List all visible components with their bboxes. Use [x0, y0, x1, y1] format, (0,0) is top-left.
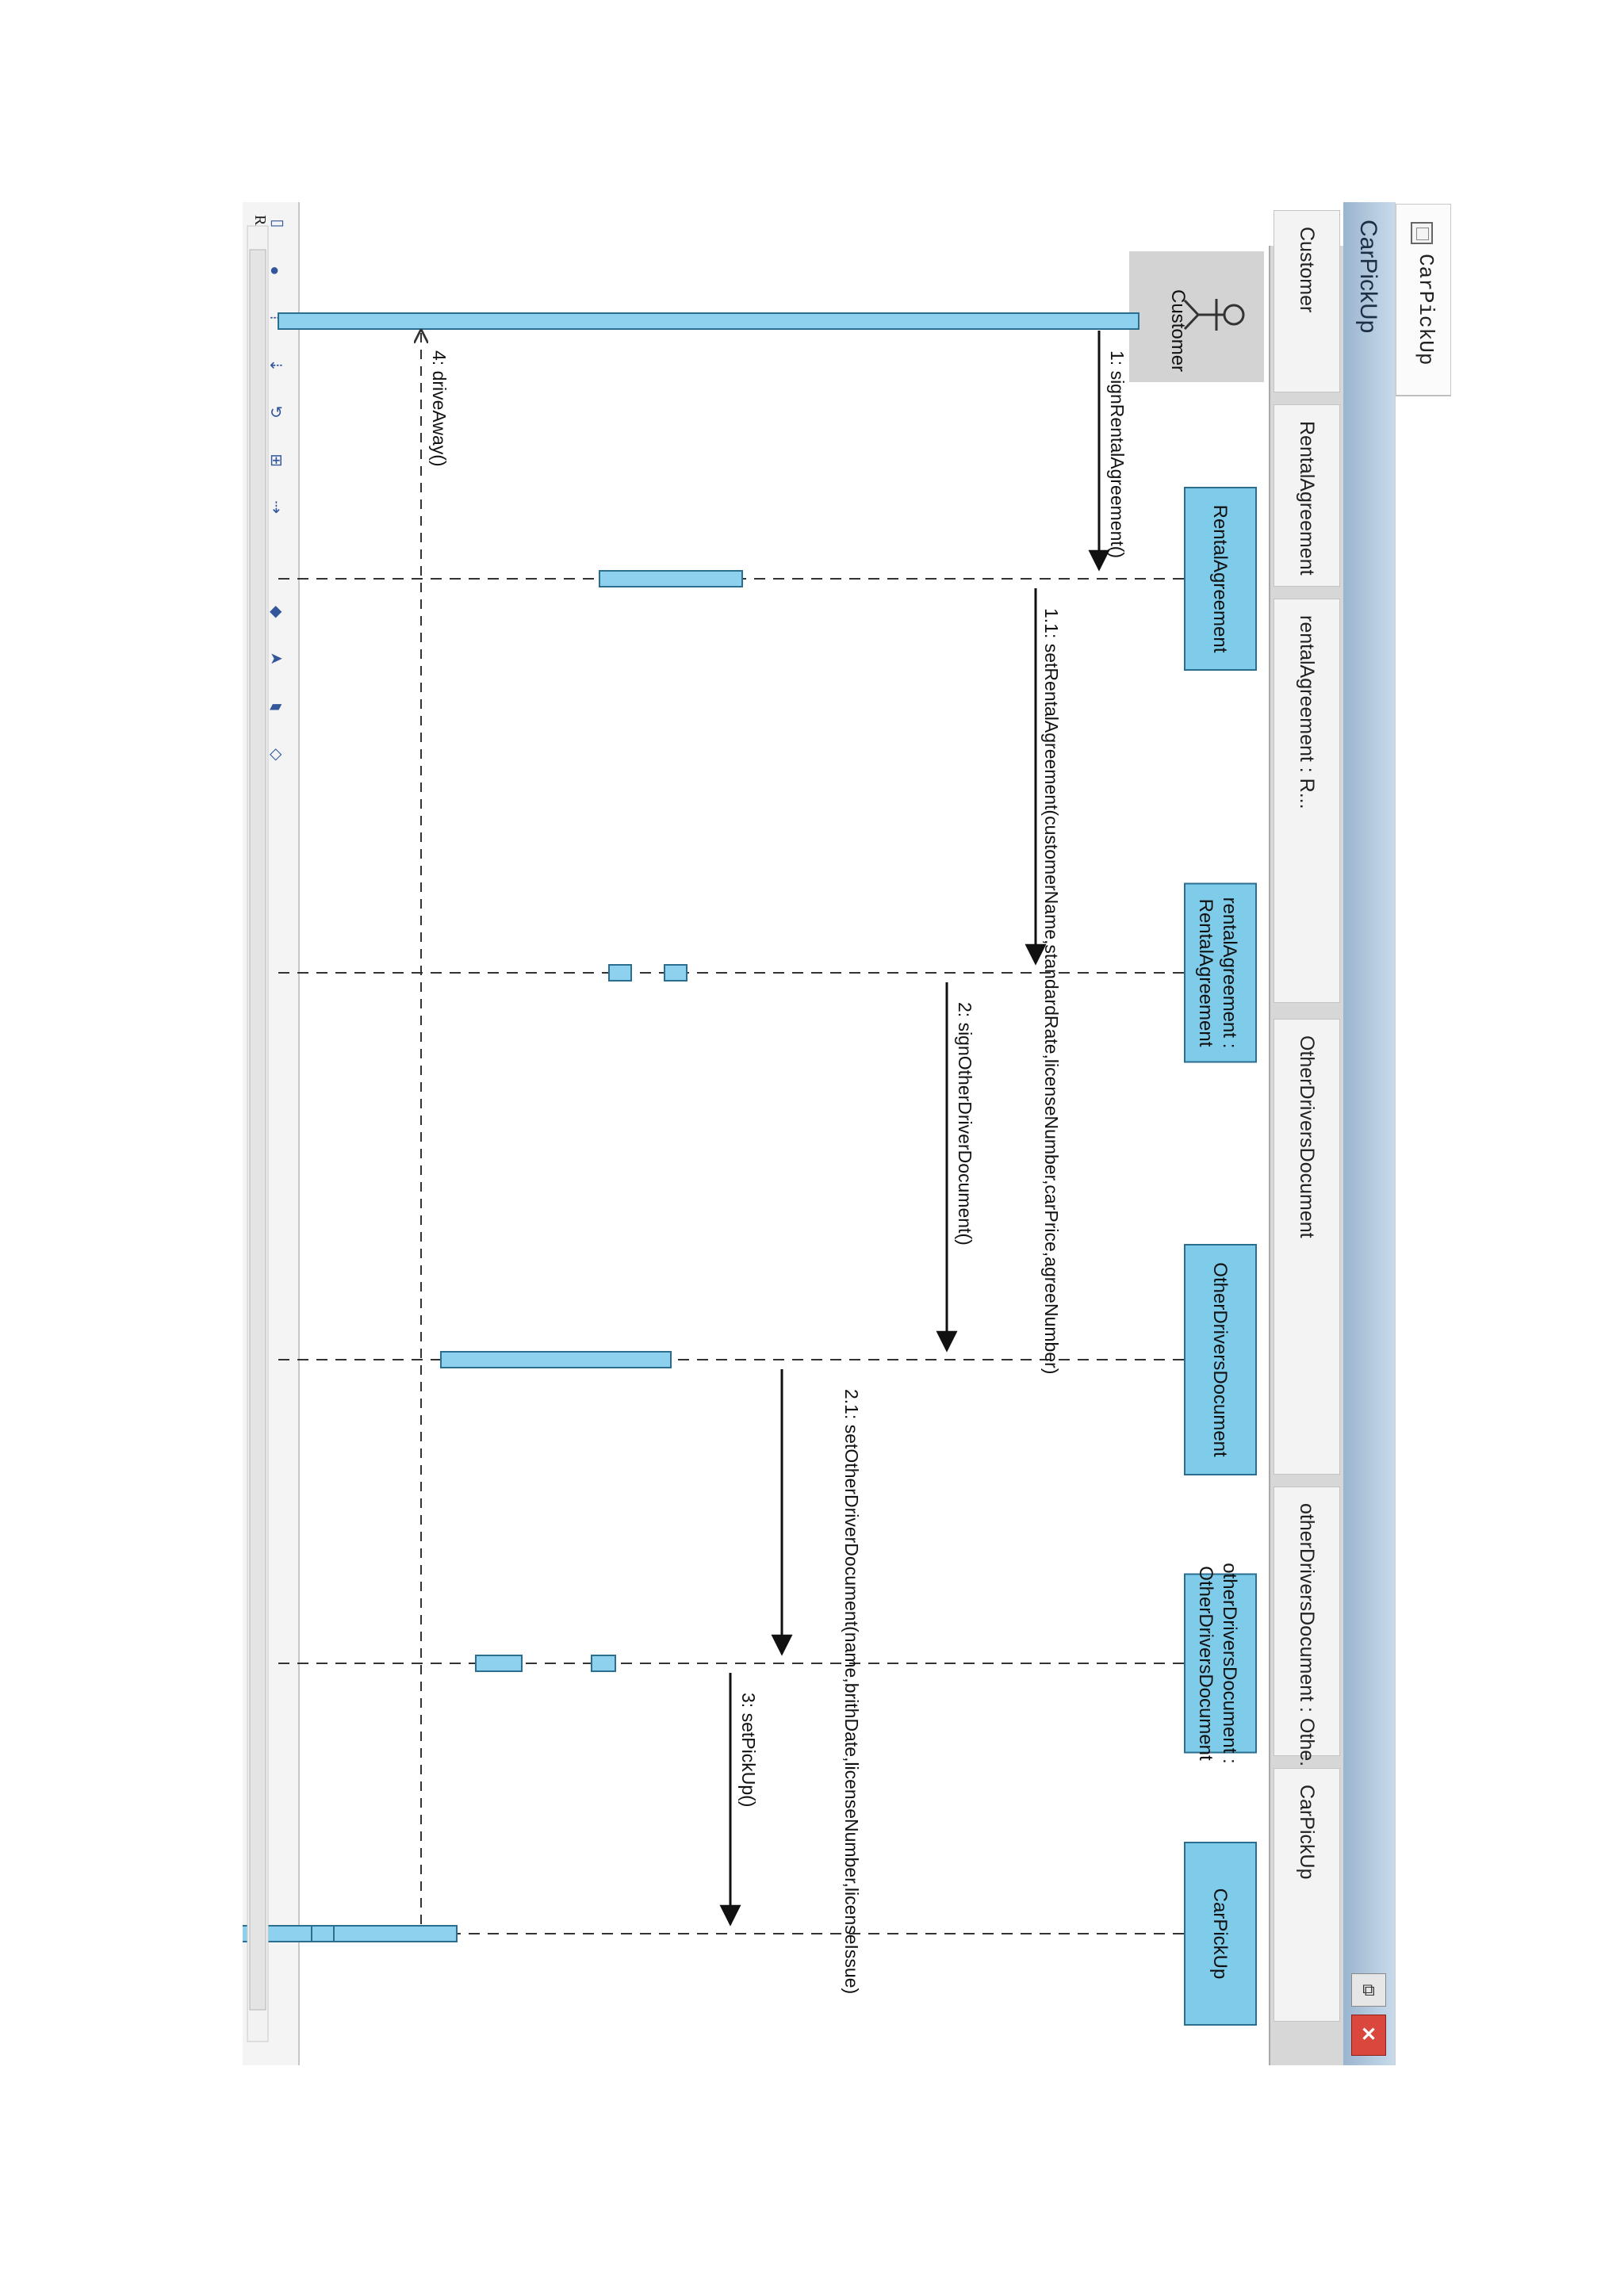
activation-bar [243, 1925, 458, 1942]
message-label: 2.1: setOtherDriverDocument(name,brithDa… [841, 1389, 862, 1994]
participant-label: RentalAgreement [1195, 899, 1216, 1047]
participant-label: CarPickUp [1209, 1888, 1231, 1980]
scrollbar-thumb[interactable] [249, 249, 266, 2011]
lane-header-label: CarPickUp [1296, 1785, 1318, 1880]
page: ▭R●L⇢F⇠R↺S⊞C⇣D◆G➤M▰S◇P CustomerRentalAgr… [0, 0, 1624, 2296]
lane-header[interactable]: otherDriversDocument : Othe... [1274, 1487, 1340, 1777]
lane-header[interactable]: RentalAgreement [1274, 404, 1340, 587]
diagram-title: CarPickUp [1355, 220, 1381, 334]
lane-header[interactable]: CarPickUp [1274, 1768, 1340, 2022]
activation-bar [440, 1351, 672, 1368]
participant-label: OtherDriversDocument [1209, 1262, 1231, 1457]
diagram-title-bar: CarPickUp ⧉ ✕ [1343, 202, 1396, 2065]
close-window-icon[interactable]: ✕ [1351, 2015, 1386, 2056]
participant-label: rentalAgreement : [1219, 897, 1240, 1049]
lane-header[interactable]: rentalAgreement : R... [1274, 599, 1340, 1003]
lane-header[interactable]: Customer [1274, 210, 1340, 392]
activation-bar [591, 1655, 616, 1672]
activation-bar [475, 1655, 523, 1672]
message-label: 3: setPickUp() [738, 1693, 759, 1807]
restore-window-icon[interactable]: ⧉ [1351, 1973, 1386, 2007]
document-tab-strip: CarPickUp [1395, 202, 1456, 2065]
diagram-file-icon [1411, 222, 1433, 244]
lane-header-label: rentalAgreement : R... [1296, 615, 1318, 809]
document-tab-label: CarPickUp [1414, 254, 1438, 365]
message-label: 1.1: setRentalAgreement(customerName,sta… [1041, 608, 1062, 1374]
activation-bar [664, 964, 688, 982]
lane-header-label: RentalAgreement [1296, 421, 1318, 576]
activation-bar [599, 570, 743, 587]
participant-label: Customer [1167, 289, 1189, 372]
document-tab[interactable]: CarPickUp [1396, 204, 1451, 396]
participant-label: RentalAgreement [1209, 505, 1231, 653]
lane-header-band: Customer RentalAgreement rentalAgreement :… [1269, 210, 1343, 2065]
activation-bar [311, 1925, 335, 1942]
window-controls: ⧉ ✕ [1348, 1973, 1391, 2061]
lane-header[interactable]: OtherDriversDocument [1274, 1019, 1340, 1475]
participant-label: otherDriversDocument : [1219, 1563, 1240, 1763]
message-label: 4: driveAway() [429, 350, 450, 467]
lane-header-label: otherDriversDocument : Othe... [1296, 1503, 1318, 1777]
uml-editor-window: ▭R●L⇢F⇠R↺S⊞C⇣D◆G➤M▰S◇P CustomerRentalAgr… [243, 202, 1456, 2065]
message-label: 1: signRentalAgreement() [1107, 350, 1128, 558]
lane-header-label: Customer [1296, 227, 1318, 313]
activation-bar [608, 964, 632, 982]
message-label: 2: signOtherDriverDocument() [955, 1002, 975, 1246]
activation-bar [278, 312, 1139, 330]
participant-label: OtherDriversDocument [1195, 1566, 1216, 1761]
lane-header-label: OtherDriversDocument [1296, 1035, 1318, 1238]
